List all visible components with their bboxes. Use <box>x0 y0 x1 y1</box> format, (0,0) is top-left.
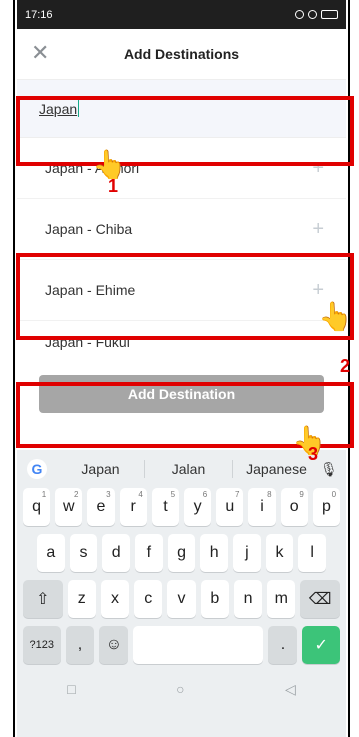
shift-icon[interactable]: ⇧ <box>23 580 63 618</box>
suggestion-2[interactable]: Jalan <box>145 461 232 477</box>
clock-icon <box>308 10 317 19</box>
pointer-hand-icon: 👆 <box>318 301 353 332</box>
key-g[interactable]: g <box>167 534 196 572</box>
key-z[interactable]: z <box>67 580 96 618</box>
enter-check-icon[interactable]: ✓ <box>302 626 340 664</box>
period-key[interactable]: . <box>268 626 298 664</box>
key-v[interactable]: v <box>167 580 196 618</box>
suggestion-3[interactable]: Japanese <box>233 461 320 477</box>
key-s[interactable]: s <box>69 534 98 572</box>
key-i[interactable]: i8 <box>248 488 276 526</box>
key-r[interactable]: r4 <box>119 488 147 526</box>
close-icon[interactable]: ✕ <box>31 42 53 64</box>
recents-icon[interactable]: □ <box>67 681 75 697</box>
key-a[interactable]: a <box>37 534 65 572</box>
step-number-1: 1 <box>108 176 119 196</box>
suggestion-1[interactable]: Japan <box>57 461 144 477</box>
key-n[interactable]: n <box>233 580 263 618</box>
key-f[interactable]: f <box>135 534 163 572</box>
key-d[interactable]: d <box>102 534 131 572</box>
back-icon[interactable]: ◁ <box>285 681 296 698</box>
plus-icon[interactable]: + <box>312 219 324 239</box>
key-u[interactable]: u7 <box>216 488 244 526</box>
comma-key[interactable]: , <box>65 626 95 664</box>
key-e[interactable]: e3 <box>87 488 115 526</box>
key-w[interactable]: w2 <box>55 488 83 526</box>
key-o[interactable]: o9 <box>280 488 308 526</box>
symbols-key[interactable]: ?123 <box>23 626 61 664</box>
mic-icon[interactable]: 🎙 <box>320 461 338 478</box>
backspace-icon[interactable]: ⌫ <box>300 580 341 618</box>
battery-icon <box>321 10 338 19</box>
status-time: 17:16 <box>25 8 53 21</box>
result-label: Japan - Chiba <box>45 221 133 237</box>
home-icon[interactable]: ○ <box>176 681 184 697</box>
highlight-box-2 <box>16 253 354 340</box>
key-c[interactable]: c <box>134 580 163 618</box>
highlight-box-1 <box>16 96 354 166</box>
system-nav-bar: □ ○ ◁ <box>17 672 346 706</box>
key-t[interactable]: t5 <box>151 488 180 526</box>
app-header: ✕ Add Destinations <box>17 29 346 80</box>
key-h[interactable]: h <box>200 534 229 572</box>
key-k[interactable]: k <box>265 534 294 572</box>
key-m[interactable]: m <box>267 580 296 618</box>
key-row-1: q1 w2 e3 r4 t5 y6 u7 i8 o9 p0 <box>17 488 346 526</box>
key-row-2: a s d f g h j k l <box>17 534 346 572</box>
page-title: Add Destinations <box>123 46 240 62</box>
key-p[interactable]: p0 <box>312 488 341 526</box>
key-row-4: ?123 , ☺ . ✓ <box>17 626 346 664</box>
key-row-3: ⇧ z x c v b n m ⌫ <box>17 580 346 618</box>
key-b[interactable]: b <box>200 580 229 618</box>
emoji-icon[interactable]: ☺ <box>99 626 129 664</box>
signal-icon <box>295 10 304 19</box>
step-number-3: 3 <box>308 444 319 464</box>
key-j[interactable]: j <box>233 534 261 572</box>
result-item-chiba[interactable]: Japan - Chiba + <box>17 199 346 260</box>
status-bar: 17:16 <box>17 0 346 29</box>
google-icon[interactable]: G <box>27 459 47 479</box>
key-q[interactable]: q1 <box>23 488 51 526</box>
keyboard: G Japan Jalan Japanese 🎙 q1 w2 e3 r4 t5 … <box>17 450 346 737</box>
key-x[interactable]: x <box>100 580 130 618</box>
key-y[interactable]: y6 <box>184 488 212 526</box>
space-key[interactable] <box>133 626 264 664</box>
step-number-2: 2 <box>340 356 351 376</box>
key-l[interactable]: l <box>298 534 327 572</box>
